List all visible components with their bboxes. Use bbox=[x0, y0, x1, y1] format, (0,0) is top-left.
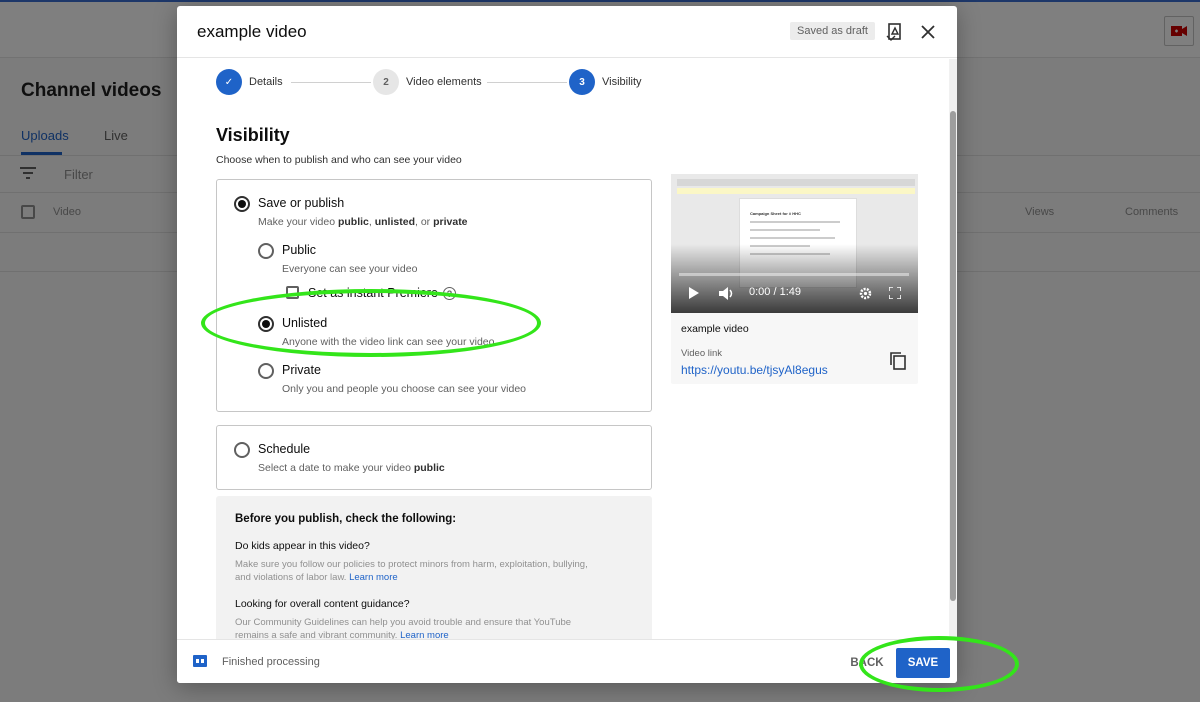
play-button[interactable] bbox=[689, 287, 699, 299]
learn-more-link[interactable]: Learn more bbox=[349, 572, 398, 583]
scrollbar-thumb[interactable] bbox=[950, 111, 956, 601]
time-display: 0:00 / 1:49 bbox=[749, 286, 801, 298]
close-icon bbox=[921, 25, 935, 39]
private-desc: Only you and people you choose can see y… bbox=[282, 383, 526, 395]
step-number: 3 bbox=[569, 69, 595, 95]
preview-video-title: example video bbox=[681, 323, 749, 335]
annotation-ellipse-save bbox=[859, 636, 1019, 692]
checklist-paragraph: Our Community Guidelines can help you av… bbox=[235, 617, 572, 639]
play-icon bbox=[689, 287, 699, 299]
step-label: Visibility bbox=[602, 76, 642, 88]
step-connector bbox=[487, 82, 567, 83]
fullscreen-icon bbox=[889, 287, 901, 299]
schedule-radio[interactable] bbox=[234, 442, 250, 458]
video-link[interactable]: https://youtu.be/tjsyAl8egus bbox=[681, 363, 828, 377]
step-label: Video elements bbox=[406, 76, 482, 88]
thumbnail-doc-title: Campaign Sheet for # HHC bbox=[750, 211, 801, 216]
close-dialog-button[interactable] bbox=[917, 21, 939, 43]
visibility-heading: Visibility bbox=[216, 125, 290, 145]
step-connector bbox=[291, 82, 371, 83]
video-player[interactable]: Campaign Sheet for # HHC 0:00 / 1:49 bbox=[671, 174, 918, 313]
save-or-publish-radio[interactable] bbox=[234, 196, 250, 212]
gear-icon bbox=[859, 287, 872, 300]
checklist-title: Before you publish, check the following: bbox=[235, 513, 457, 525]
report-issue-button[interactable] bbox=[884, 21, 906, 43]
dialog-title: example video bbox=[197, 22, 307, 41]
schedule-panel: Schedule Select a date to make your vide… bbox=[216, 425, 652, 490]
save-or-publish-label: Save or publish bbox=[258, 196, 345, 210]
hd-processing-icon bbox=[193, 655, 207, 667]
visibility-subtitle: Choose when to publish and who can see y… bbox=[216, 154, 462, 166]
learn-more-link[interactable]: Learn more bbox=[400, 630, 449, 639]
fullscreen-button[interactable] bbox=[889, 287, 901, 299]
checklist-question: Do kids appear in this video? bbox=[235, 540, 370, 552]
dialog-footer: Finished processing BACK SAVE bbox=[177, 639, 957, 683]
alert-feedback-icon bbox=[886, 23, 901, 41]
checklist-question: Looking for overall content guidance? bbox=[235, 598, 410, 610]
publish-checklist: Before you publish, check the following:… bbox=[216, 496, 652, 639]
checklist-paragraph: Make sure you follow our policies to pro… bbox=[235, 559, 588, 583]
step-label: Details bbox=[249, 76, 283, 88]
check-icon: ✓ bbox=[216, 69, 242, 95]
private-radio[interactable] bbox=[258, 363, 274, 379]
public-radio[interactable] bbox=[258, 243, 274, 259]
draft-status-badge: Saved as draft bbox=[790, 22, 875, 40]
step-number: 2 bbox=[373, 69, 399, 95]
player-gradient bbox=[671, 244, 918, 313]
settings-button[interactable] bbox=[859, 287, 872, 300]
schedule-desc: Select a date to make your video public bbox=[258, 462, 445, 474]
volume-icon bbox=[719, 287, 733, 300]
dialog-header: example video Saved as draft bbox=[177, 6, 957, 58]
seek-bar[interactable] bbox=[679, 273, 909, 276]
thumbnail-banner bbox=[677, 188, 915, 194]
public-label: Public bbox=[282, 243, 317, 257]
save-or-publish-desc: Make your video public, unlisted, or pri… bbox=[258, 216, 468, 228]
schedule-label: Schedule bbox=[258, 442, 311, 456]
processing-status: Finished processing bbox=[222, 656, 320, 668]
annotation-ellipse-unlisted bbox=[201, 289, 541, 357]
copy-icon[interactable] bbox=[889, 351, 907, 371]
step-video-elements[interactable]: 2 Video elements bbox=[373, 69, 482, 95]
step-details[interactable]: ✓ Details bbox=[216, 69, 283, 95]
thumbnail-browser-bar bbox=[677, 179, 915, 186]
private-label: Private bbox=[282, 363, 321, 377]
step-visibility[interactable]: 3 Visibility bbox=[569, 69, 642, 95]
public-desc: Everyone can see your video bbox=[282, 263, 418, 275]
volume-button[interactable] bbox=[719, 287, 735, 300]
video-link-label: Video link bbox=[681, 348, 723, 359]
video-preview-card: Campaign Sheet for # HHC 0:00 / 1:49 exa… bbox=[671, 174, 918, 384]
